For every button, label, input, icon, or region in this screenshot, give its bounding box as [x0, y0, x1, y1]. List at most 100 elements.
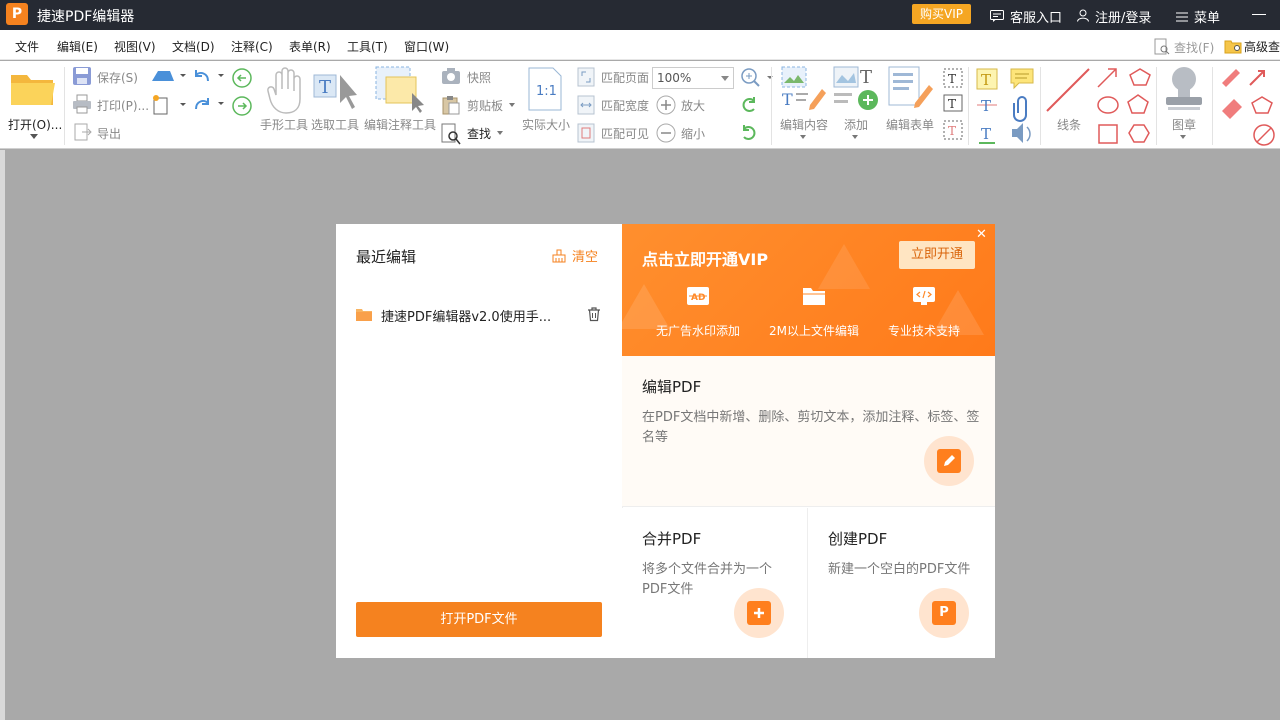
menubar-advanced[interactable]: 高级查: [1224, 38, 1280, 57]
buy-vip-button[interactable]: 购买VIP: [912, 4, 971, 24]
minimize-button[interactable]: [1252, 14, 1266, 15]
open-folder-icon[interactable]: [9, 69, 57, 112]
fit-page-icon[interactable]: [577, 67, 595, 90]
undo-icon[interactable]: [192, 67, 228, 88]
stamp-dropdown-icon[interactable]: [1180, 135, 1186, 139]
separator: [1156, 67, 1157, 145]
create-pdf-card[interactable]: 创建PDF 新建一个空白的PDF文件 P: [808, 508, 995, 658]
lines-button[interactable]: 线条: [1057, 116, 1081, 133]
recent-file-item[interactable]: 捷速PDF编辑器v2.0使用手...: [356, 306, 606, 326]
fit-page-button[interactable]: 匹配页面: [601, 69, 649, 86]
form-field-icons[interactable]: TTT: [941, 67, 965, 150]
edit-content-icon[interactable]: T: [780, 65, 828, 114]
line-tool-icon[interactable]: [1045, 67, 1091, 116]
open-button[interactable]: 打开(O)...: [8, 116, 62, 133]
chat-icon: [990, 10, 1004, 26]
add-dropdown-icon[interactable]: [852, 135, 858, 139]
find-icon[interactable]: [441, 123, 461, 148]
prev-view-icon[interactable]: [231, 67, 253, 92]
menu-form[interactable]: 表单(R): [289, 38, 331, 55]
select-tool-icon[interactable]: T: [312, 69, 362, 114]
stamp-icon[interactable]: [1162, 65, 1206, 114]
redo-icon[interactable]: [192, 95, 228, 116]
zoom-dropdown-icon[interactable]: [721, 76, 729, 81]
zoom-select[interactable]: 100%: [652, 67, 734, 89]
find-button[interactable]: 查找: [467, 125, 491, 142]
login-button[interactable]: 注册/登录: [1077, 7, 1151, 26]
open-dropdown-icon[interactable]: [30, 134, 38, 139]
save-button[interactable]: 保存(S): [97, 69, 138, 86]
save-icon[interactable]: [72, 66, 92, 89]
close-icon[interactable]: ✕: [976, 227, 987, 242]
edit-content-dropdown-icon[interactable]: [800, 135, 806, 139]
clipboard-dropdown-icon[interactable]: [509, 103, 515, 107]
note-annotation-icons[interactable]: [1009, 67, 1035, 150]
menubar-search[interactable]: 查找(F): [1154, 38, 1214, 59]
stamp-button[interactable]: 图章: [1172, 116, 1196, 133]
separator: [64, 67, 65, 145]
fit-width-button[interactable]: 匹配宽度: [601, 97, 649, 114]
zoom-out-icon[interactable]: [655, 122, 677, 147]
edit-content-button[interactable]: 编辑内容: [780, 116, 828, 133]
print-button[interactable]: 打印(P)...: [97, 97, 149, 114]
edit-pdf-card[interactable]: 编辑PDF 在PDF文档中新增、删除、剪切文本，添加注释、标签、签名等: [622, 356, 995, 507]
export-icon[interactable]: [74, 123, 92, 144]
menu-view[interactable]: 视图(V): [114, 38, 156, 55]
menu-file[interactable]: 文件: [15, 38, 39, 55]
edit-form-icon[interactable]: [887, 65, 935, 114]
menu-comment[interactable]: 注释(C): [231, 38, 273, 55]
recent-file-name: 捷速PDF编辑器v2.0使用手...: [381, 310, 552, 325]
pencil-eraser-icons[interactable]: [1220, 67, 1280, 150]
merge-pdf-card[interactable]: 合并PDF 将多个文件合并为一个PDF文件: [622, 508, 808, 658]
fit-visible-button[interactable]: 匹配可见: [601, 125, 649, 142]
zoom-in-icon[interactable]: [655, 94, 677, 119]
svg-text:T: T: [319, 77, 331, 98]
print-icon[interactable]: [72, 94, 92, 117]
open-pdf-button[interactable]: 打开PDF文件: [356, 602, 602, 637]
cloud-icon[interactable]: [150, 67, 188, 88]
hand-tool-icon[interactable]: [266, 65, 304, 118]
vip-feature-label: 专业技术支持: [887, 324, 960, 338]
fit-width-icon[interactable]: [577, 95, 595, 118]
recent-title: 最近编辑: [356, 248, 417, 266]
svg-text:T: T: [948, 124, 956, 138]
vip-open-button[interactable]: 立即开通: [899, 241, 975, 269]
find-dropdown-icon[interactable]: [497, 131, 503, 135]
folder-search-icon: [1224, 38, 1242, 57]
edit-annotation-icon[interactable]: [374, 65, 426, 116]
main-menu-button[interactable]: 菜单: [1176, 7, 1220, 26]
shape-tool-icons[interactable]: [1096, 67, 1152, 150]
add-icon[interactable]: T: [832, 65, 880, 114]
text-annotation-icons[interactable]: TTT: [975, 67, 999, 150]
separator: [1040, 67, 1041, 145]
zoom-out-button[interactable]: 缩小: [681, 125, 705, 142]
vip-banner[interactable]: 点击立即开通VIP 立即开通 ✕ AD 无广告水印添加 2M以上文件编辑 专业技…: [622, 224, 995, 356]
fit-visible-icon[interactable]: [577, 123, 595, 146]
menu-edit[interactable]: 编辑(E): [57, 38, 98, 55]
select-tool-button[interactable]: 选取工具: [311, 116, 359, 133]
rotate-right-icon[interactable]: [739, 123, 759, 146]
camera-icon[interactable]: [441, 67, 461, 88]
rotate-left-icon[interactable]: [739, 95, 759, 118]
new-doc-icon[interactable]: [152, 95, 188, 118]
edit-annotation-button[interactable]: 编辑注释工具: [364, 116, 436, 133]
export-button[interactable]: 导出: [97, 125, 121, 142]
clipboard-button[interactable]: 剪贴板: [467, 97, 503, 114]
customer-service-button[interactable]: 客服入口: [990, 7, 1062, 26]
menu-document[interactable]: 文档(D): [172, 38, 215, 55]
add-button[interactable]: 添加: [844, 116, 868, 133]
actual-size-icon[interactable]: 1:1: [527, 67, 563, 114]
actual-size-button[interactable]: 实际大小: [522, 116, 570, 133]
edit-pen-icon: [937, 449, 961, 473]
menu-tools[interactable]: 工具(T): [347, 38, 388, 55]
next-view-icon[interactable]: [231, 95, 253, 120]
snapshot-button[interactable]: 快照: [467, 69, 491, 86]
hand-tool-button[interactable]: 手形工具: [260, 116, 308, 133]
svg-text:T: T: [948, 97, 956, 111]
clear-recent-button[interactable]: 清空: [552, 246, 598, 267]
delete-recent-icon[interactable]: [586, 306, 602, 325]
clipboard-icon[interactable]: [441, 95, 461, 118]
menu-window[interactable]: 窗口(W): [404, 38, 449, 55]
zoom-in-button[interactable]: 放大: [681, 97, 705, 114]
edit-form-button[interactable]: 编辑表单: [886, 116, 934, 133]
